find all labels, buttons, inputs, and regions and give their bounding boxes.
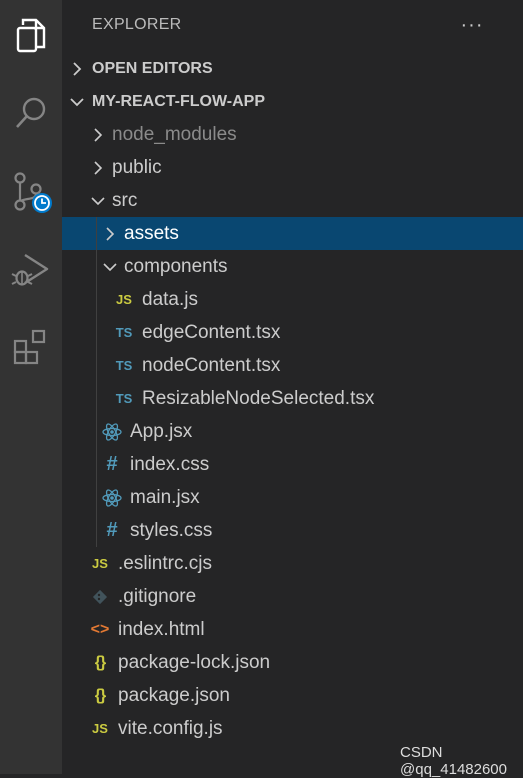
chevron-down-icon <box>62 95 92 109</box>
git-icon <box>90 589 110 605</box>
indent-guide <box>96 250 97 283</box>
search-icon[interactable] <box>0 78 62 148</box>
css-file-icon: # <box>106 519 118 541</box>
file-row[interactable]: TS ResizableNodeSelected.tsx <box>62 382 523 415</box>
file-row[interactable]: .gitignore <box>62 580 523 613</box>
ts-file-icon: TS <box>115 325 133 340</box>
explorer-title: EXPLORER <box>92 16 182 33</box>
file-row[interactable]: {} package.json <box>62 679 523 712</box>
ts-file-icon: TS <box>115 391 133 406</box>
chevron-down-icon <box>90 193 106 209</box>
file-row[interactable]: # styles.css <box>62 514 523 547</box>
chevron-right-icon <box>62 61 92 76</box>
run-debug-icon[interactable] <box>0 234 62 304</box>
file-label: package-lock.json <box>118 651 271 673</box>
explorer-icon[interactable] <box>0 0 62 70</box>
indent-guide <box>96 415 97 448</box>
file-row[interactable]: main.jsx <box>62 481 523 514</box>
file-label: vite.config.js <box>118 717 223 739</box>
chevron-right-icon <box>102 226 118 242</box>
activity-bar <box>0 0 62 774</box>
file-label: index.html <box>118 618 205 640</box>
chevron-down-icon <box>102 259 118 275</box>
js-file-icon: JS <box>92 721 108 736</box>
ts-file-icon: TS <box>115 358 133 373</box>
folder-row[interactable]: src <box>62 184 523 217</box>
file-label: package.json <box>118 684 230 706</box>
more-actions-button[interactable]: ··· <box>457 10 487 40</box>
folder-label: node_modules <box>112 123 237 145</box>
indent-guide <box>96 349 97 382</box>
indent-guide <box>96 283 97 316</box>
file-label: ResizableNodeSelected.tsx <box>142 387 375 409</box>
js-file-icon: JS <box>116 292 132 307</box>
folder-row[interactable]: components <box>62 250 523 283</box>
file-label: edgeContent.tsx <box>142 321 281 343</box>
indent-guide <box>96 382 97 415</box>
html-file-icon: <> <box>90 620 110 638</box>
indent-guide <box>96 448 97 481</box>
file-label: .gitignore <box>118 585 197 607</box>
indent-guide <box>96 481 97 514</box>
file-row[interactable]: TS edgeContent.tsx <box>62 316 523 349</box>
chevron-right-icon <box>90 160 106 176</box>
file-label: nodeContent.tsx <box>142 354 281 376</box>
file-label: index.css <box>130 453 210 475</box>
extensions-icon[interactable] <box>0 312 62 382</box>
file-label: styles.css <box>130 519 213 541</box>
open-editors-label: OPEN EDITORS <box>92 59 213 77</box>
css-file-icon: # <box>106 453 118 475</box>
chevron-right-icon <box>90 127 106 143</box>
open-editors-header[interactable]: OPEN EDITORS <box>62 52 523 85</box>
file-row[interactable]: App.jsx <box>62 415 523 448</box>
project-label: MY-REACT-FLOW-APP <box>92 92 265 110</box>
folder-label: src <box>112 189 138 211</box>
file-row[interactable]: <> index.html <box>62 613 523 646</box>
explorer-sidebar: EXPLORER ··· OPEN EDITORS MY-REACT-FLOW-… <box>62 0 523 778</box>
project-header[interactable]: MY-REACT-FLOW-APP <box>62 85 523 118</box>
indent-guide <box>96 217 97 250</box>
react-icon <box>102 488 122 508</box>
source-control-icon[interactable] <box>0 157 62 227</box>
file-row[interactable]: JS data.js <box>62 283 523 316</box>
file-row[interactable]: JS vite.config.js <box>62 712 523 745</box>
file-label: App.jsx <box>130 420 193 442</box>
json-file-icon: {} <box>94 653 106 671</box>
folder-row[interactable]: public <box>62 151 523 184</box>
folder-label: components <box>124 255 228 277</box>
file-row[interactable]: # index.css <box>62 448 523 481</box>
folder-label: assets <box>124 222 179 244</box>
file-row[interactable]: TS nodeContent.tsx <box>62 349 523 382</box>
file-label: .eslintrc.cjs <box>118 552 212 574</box>
file-label: data.js <box>142 288 198 310</box>
file-row[interactable]: JS .eslintrc.cjs <box>62 547 523 580</box>
indent-guide <box>96 316 97 349</box>
folder-label: public <box>112 156 162 178</box>
file-row[interactable]: {} package-lock.json <box>62 646 523 679</box>
react-icon <box>102 422 122 442</box>
indent-guide <box>96 514 97 547</box>
folder-row[interactable]: assets <box>62 217 523 250</box>
file-tree: node_modulespublic src assets components JS d… <box>62 118 523 745</box>
file-label: main.jsx <box>130 486 200 508</box>
folder-row[interactable]: node_modules <box>62 118 523 151</box>
json-file-icon: {} <box>94 686 106 704</box>
js-file-icon: JS <box>92 556 108 571</box>
watermark: CSDN @qq_41482600 <box>400 744 507 778</box>
